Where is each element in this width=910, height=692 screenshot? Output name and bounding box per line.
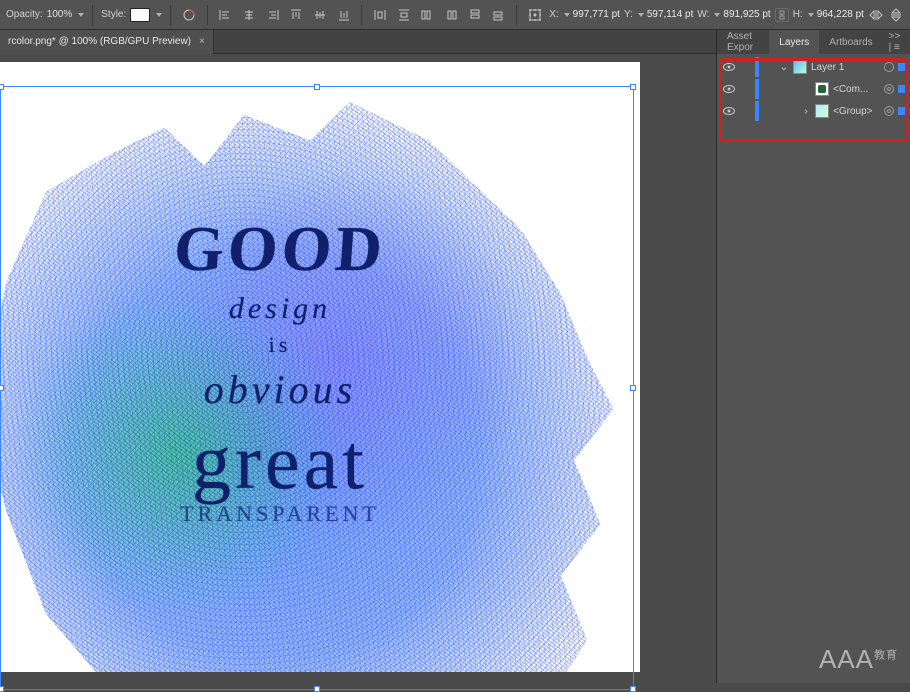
align-vcenter-icon[interactable]	[310, 5, 330, 25]
opacity-label: Opacity:	[6, 9, 43, 20]
selection-indicator[interactable]	[898, 107, 906, 115]
canvas-area[interactable]: GOOD design is obvious great TRANSPARENT	[0, 54, 716, 683]
layers-list: ⌄ Layer 1 <Com... › <Group>	[717, 54, 910, 124]
layer-thumb	[815, 104, 829, 118]
selection-indicator[interactable]	[898, 85, 906, 93]
layer-row[interactable]: › <Group>	[717, 100, 910, 122]
visibility-icon[interactable]	[723, 85, 735, 93]
layer-name[interactable]: Layer 1	[811, 62, 880, 73]
tab-asset-export[interactable]: Asset Expor	[717, 30, 769, 54]
target-icon[interactable]	[884, 84, 894, 94]
align-top-icon[interactable]	[286, 5, 306, 25]
distribute-h-icon[interactable]	[370, 5, 390, 25]
align-hcenter-icon[interactable]	[239, 5, 259, 25]
panel-menu-icon[interactable]: >> | ≡	[883, 30, 910, 54]
layer-color-strip	[755, 101, 759, 121]
chevron-down-icon[interactable]	[78, 13, 84, 17]
panel-tabs: Asset Expor Layers Artboards >> | ≡	[717, 30, 910, 54]
visibility-icon[interactable]	[723, 63, 735, 71]
distribute-right-icon[interactable]	[441, 5, 461, 25]
style-swatch[interactable]	[130, 8, 150, 22]
artboard[interactable]: GOOD design is obvious great TRANSPARENT	[0, 62, 640, 672]
target-icon[interactable]	[884, 62, 894, 72]
layer-row[interactable]: ⌄ Layer 1	[717, 56, 910, 78]
link-wh-icon[interactable]	[775, 8, 789, 22]
handle-se[interactable]	[630, 686, 636, 692]
handle-ne[interactable]	[630, 84, 636, 90]
w-label: W:	[697, 9, 709, 20]
chevron-down-icon[interactable]	[714, 13, 720, 17]
recolor-icon[interactable]	[179, 5, 199, 25]
layer-name[interactable]: <Group>	[833, 106, 880, 117]
reference-point-icon[interactable]	[525, 5, 545, 25]
flip-v-icon[interactable]	[888, 8, 904, 22]
distribute-bottom-icon[interactable]	[489, 5, 509, 25]
selection-bounding-box[interactable]	[0, 86, 634, 690]
handle-w[interactable]	[0, 385, 4, 391]
handle-e[interactable]	[630, 385, 636, 391]
chevron-down-icon[interactable]	[808, 13, 814, 17]
expander-icon[interactable]: ⌄	[779, 62, 789, 73]
x-label: X:	[549, 9, 558, 20]
document-tab[interactable]: rcolor.png* @ 100% (RGB/GPU Preview) ×	[0, 30, 214, 54]
tab-artboards[interactable]: Artboards	[819, 30, 882, 54]
handle-nw[interactable]	[0, 84, 4, 90]
style-label: Style:	[101, 9, 126, 20]
y-label: Y:	[624, 9, 633, 20]
align-left-icon[interactable]	[216, 5, 236, 25]
opacity-value[interactable]: 100%	[47, 9, 73, 20]
separator	[361, 5, 362, 25]
target-icon[interactable]	[884, 106, 894, 116]
chevron-down-icon[interactable]	[156, 13, 162, 17]
separator	[92, 5, 93, 25]
separator	[207, 5, 208, 25]
layer-color-strip	[755, 79, 759, 99]
w-value[interactable]: 891,925 pt	[723, 9, 770, 20]
separator	[170, 5, 171, 25]
h-label: H:	[793, 9, 803, 20]
layer-row[interactable]: <Com...	[717, 78, 910, 100]
layer-name[interactable]: <Com...	[833, 84, 880, 95]
handle-s[interactable]	[314, 686, 320, 692]
flip-h-icon[interactable]	[868, 8, 884, 22]
layer-thumb	[815, 82, 829, 96]
separator	[516, 5, 517, 25]
options-bar: Opacity: 100% Style: X: 997,771 pt Y: 597,…	[0, 0, 910, 30]
transform-group: X: 997,771 pt Y: 597,114 pt W: 891,925 pt H…	[525, 5, 904, 25]
h-value[interactable]: 964,228 pt	[817, 9, 864, 20]
expander-icon[interactable]: ›	[801, 106, 811, 117]
y-value[interactable]: 597,114 pt	[647, 9, 694, 20]
chevron-down-icon[interactable]	[564, 13, 570, 17]
document-tab-title: rcolor.png* @ 100% (RGB/GPU Preview)	[8, 36, 191, 47]
tab-layers[interactable]: Layers	[769, 30, 819, 54]
handle-sw[interactable]	[0, 686, 4, 692]
distribute-left-icon[interactable]	[418, 5, 438, 25]
distribute-v-icon[interactable]	[394, 5, 414, 25]
visibility-icon[interactable]	[723, 107, 735, 115]
layer-color-strip	[755, 57, 759, 77]
selection-indicator[interactable]	[898, 63, 906, 71]
x-value[interactable]: 997,771 pt	[573, 9, 620, 20]
chevron-down-icon[interactable]	[638, 13, 644, 17]
distribute-top-icon[interactable]	[465, 5, 485, 25]
align-right-icon[interactable]	[263, 5, 283, 25]
close-icon[interactable]: ×	[199, 36, 205, 47]
align-bottom-icon[interactable]	[334, 5, 354, 25]
right-panel: Asset Expor Layers Artboards >> | ≡ ⌄ La…	[716, 30, 910, 683]
handle-n[interactable]	[314, 84, 320, 90]
layer-thumb	[793, 60, 807, 74]
